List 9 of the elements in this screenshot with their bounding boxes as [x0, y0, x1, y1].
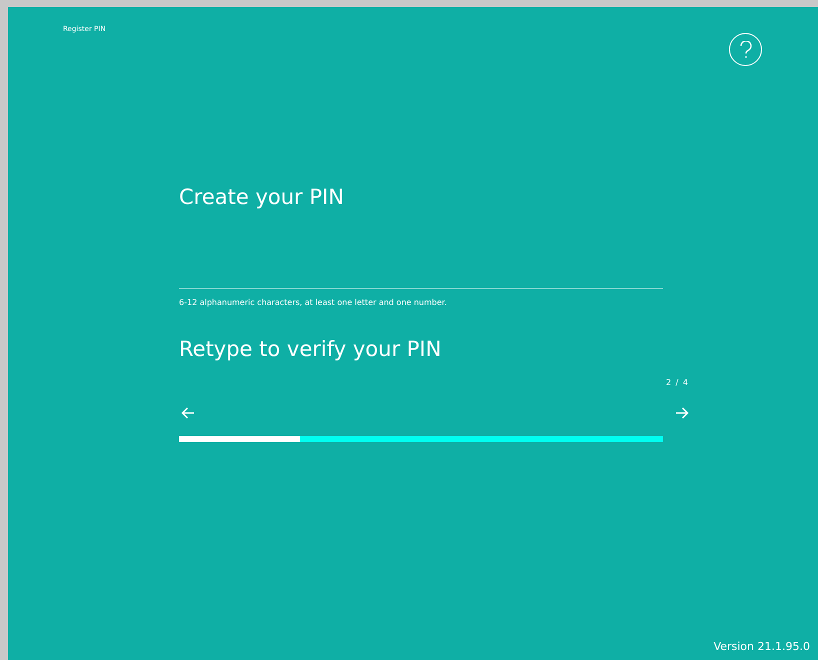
- help-icon: [738, 40, 752, 58]
- verify-heading: Retype to verify your PIN: [179, 337, 442, 361]
- help-button[interactable]: [729, 33, 762, 66]
- pin-hint: 6-12 alphanumeric characters, at least one letter and one number.: [179, 298, 448, 307]
- back-arrow-icon[interactable]: [181, 407, 195, 419]
- step-counter: 2 / 4: [666, 378, 689, 387]
- version-label: Version 21.1.95.0: [714, 640, 810, 653]
- pin-heading: Create your PIN: [179, 185, 345, 209]
- next-arrow-icon[interactable]: [675, 407, 689, 419]
